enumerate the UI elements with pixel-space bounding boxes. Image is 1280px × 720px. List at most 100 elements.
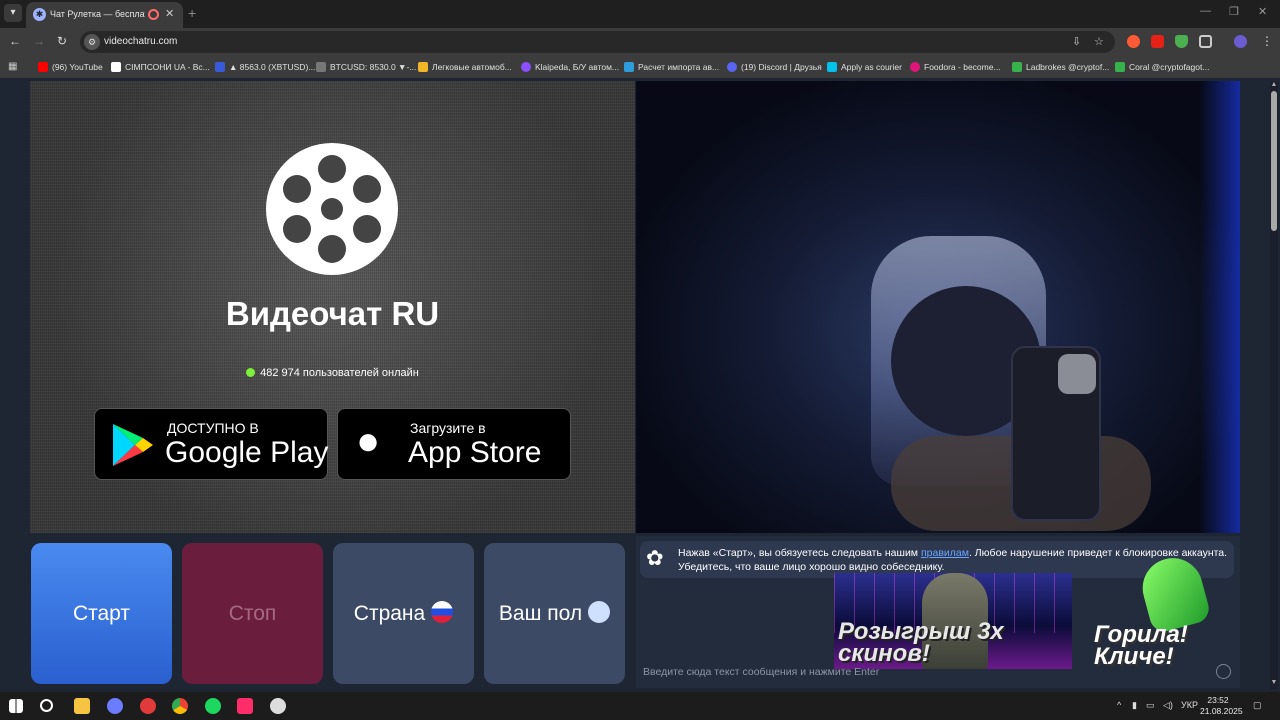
start-button[interactable]: Старт (31, 543, 172, 684)
site-favicon-icon: ✱ (33, 8, 46, 21)
app-icon[interactable] (270, 698, 286, 714)
tray-overflow-icon[interactable]: ^ (1117, 700, 1121, 710)
file-explorer-icon[interactable] (74, 698, 90, 714)
gender-avatar-icon (588, 601, 611, 623)
bookmark-item[interactable]: Foodora - become... (910, 61, 1001, 73)
back-button[interactable]: ← (9, 34, 21, 48)
chrome-icon[interactable] (172, 698, 188, 714)
reload-button[interactable]: ↻ (57, 34, 67, 48)
phone-camera-module (1058, 354, 1096, 394)
microphone-icon[interactable]: ▮ (1132, 700, 1137, 711)
extensions-puzzle-icon[interactable] (1199, 35, 1212, 48)
scroll-thumb[interactable] (1271, 91, 1277, 231)
bookmark-item[interactable]: Klaipeda, Б/У автом... (521, 61, 619, 73)
led-light-glow (1200, 81, 1240, 533)
apps-grid-icon[interactable]: ▦ (8, 61, 17, 72)
chat-message-input[interactable]: Введите сюда текст сообщения и нажмите E… (643, 666, 879, 678)
bookmark-item[interactable]: Легковые автомоб... (418, 61, 512, 73)
bookmark-favicon-icon (316, 62, 326, 72)
app-store-big-label: App Store (408, 436, 542, 469)
extension-youtube-icon[interactable] (1151, 35, 1164, 48)
system-logo-icon: ✿ (646, 547, 664, 570)
google-play-icon (113, 424, 153, 466)
bookmark-item[interactable]: (19) Discord | Друзья (727, 61, 822, 73)
recording-indicator-icon (148, 9, 159, 20)
own-camera-video (636, 81, 1240, 533)
app-store-small-label: Загрузите в (410, 420, 486, 436)
profile-avatar[interactable] (1234, 35, 1247, 48)
bookmark-favicon-icon (624, 62, 634, 72)
clock-date: 21.08.2025 (1200, 706, 1243, 716)
bookmarks-bar: ▦ (96) YouTube СІМПСОНИ UA - Вс... ▲ 856… (0, 56, 1280, 78)
giveaway-promo-overlay: Розыгрыш 3х скинов! (834, 573, 1072, 669)
page-scrollbar[interactable]: ▲ ▼ (1270, 81, 1278, 689)
restore-button[interactable]: ❐ (1229, 5, 1239, 18)
discord-icon (727, 62, 737, 72)
emoji-icon[interactable] (1216, 664, 1231, 679)
bookmark-item[interactable]: ▲ 8563.0 (XBTUSD)... (215, 61, 315, 73)
install-app-icon[interactable]: ⇩ (1072, 35, 1081, 48)
online-count-text: 482 974 пользователей онлайн (260, 367, 419, 379)
keyboard-language[interactable]: УКР (1181, 700, 1198, 710)
smartphone (1011, 346, 1101, 521)
stop-button[interactable]: Стоп (182, 543, 323, 684)
bookmark-item[interactable]: Coral @cryptofagot... (1115, 61, 1209, 73)
bookmark-favicon-icon (1115, 62, 1125, 72)
app-store-button[interactable]: ● Загрузите в App Store (337, 408, 571, 480)
bookmark-favicon-icon (215, 62, 225, 72)
gender-button[interactable]: Ваш пол (484, 543, 625, 684)
search-icon[interactable] (40, 699, 53, 712)
gorilla-overlay-text: Горила! Кличе! (1094, 621, 1188, 670)
bookmark-favicon-icon (827, 62, 837, 72)
country-label: Страна (353, 602, 426, 625)
bookmark-item[interactable]: BTCUSD: 8530.0 ▼-... (316, 61, 416, 73)
minimize-button[interactable]: — (1200, 5, 1211, 17)
bookmark-favicon-icon (111, 62, 121, 72)
network-icon[interactable]: ▭ (1146, 700, 1155, 711)
tiktok-icon[interactable] (237, 698, 253, 714)
rules-link[interactable]: правилам (921, 547, 969, 559)
bookmark-favicon-icon (521, 62, 531, 72)
browser-menu-icon[interactable]: ⋮ (1261, 34, 1273, 48)
app-icon[interactable] (140, 698, 156, 714)
bookmark-item[interactable]: Ladbrokes @cryptof... (1012, 61, 1109, 73)
tab-close-icon[interactable]: ✕ (165, 7, 174, 20)
online-status-dot (246, 368, 256, 377)
windows-start-icon[interactable] (9, 699, 23, 713)
youtube-icon (38, 62, 48, 72)
bookmark-favicon-icon (910, 62, 920, 72)
online-counter: 482 974 пользователей онлайн (30, 367, 635, 379)
google-play-button[interactable]: ДОСТУПНО В Google Play (94, 408, 328, 480)
site-title: Видеочат RU (225, 295, 440, 332)
browser-toolbar: ← → ↻ ⚙ videochatru.com ⇩ ☆ ⋮ (0, 28, 1280, 56)
windows-taskbar: ^ ▮ ▭ ◁) УКР 23:52 21.08.2025 ▢ (0, 692, 1280, 720)
country-button[interactable]: Страна (333, 543, 474, 684)
address-url: videochatru.com (104, 36, 178, 47)
partner-video-placeholder: Видеочат RU 482 974 пользователей онлайн… (30, 81, 635, 533)
site-info-icon[interactable]: ⚙ (84, 34, 100, 50)
new-tab-button[interactable]: + (188, 5, 196, 21)
bookmark-item[interactable]: Расчет импорта ав... (624, 61, 719, 73)
close-window-button[interactable]: ✕ (1258, 5, 1267, 18)
russia-flag-icon (431, 601, 454, 623)
bookmark-item[interactable]: Apply as courier (827, 61, 902, 73)
app-icon[interactable] (107, 698, 123, 714)
forward-button[interactable]: → (33, 34, 45, 48)
extension-shield-icon[interactable] (1175, 35, 1188, 48)
volume-icon[interactable]: ◁) (1163, 700, 1173, 711)
spotify-icon[interactable] (205, 698, 221, 714)
chat-panel: ✿ Нажав «Старт», вы обязуетесь следовать… (636, 536, 1240, 688)
bookmark-favicon-icon (418, 62, 428, 72)
address-bar[interactable]: ⚙ videochatru.com ⇩ ☆ (80, 31, 1115, 53)
system-clock[interactable]: 23:52 21.08.2025 (1200, 695, 1243, 717)
bookmark-star-icon[interactable]: ☆ (1094, 35, 1104, 48)
browser-tab[interactable]: ✱ Чат Рулетка — бесплатный ✕ (26, 2, 183, 28)
revolver-cylinder-logo-icon (266, 143, 398, 275)
notifications-icon[interactable]: ▢ (1253, 700, 1262, 711)
extension-fire-icon[interactable] (1127, 35, 1140, 48)
bookmark-item[interactable]: СІМПСОНИ UA - Вс... (111, 61, 210, 73)
scroll-up-icon[interactable]: ▲ (1270, 81, 1278, 89)
tab-search-button[interactable]: ▾ (4, 4, 22, 22)
scroll-down-icon[interactable]: ▼ (1270, 679, 1278, 687)
bookmark-item[interactable]: (96) YouTube (38, 61, 103, 73)
